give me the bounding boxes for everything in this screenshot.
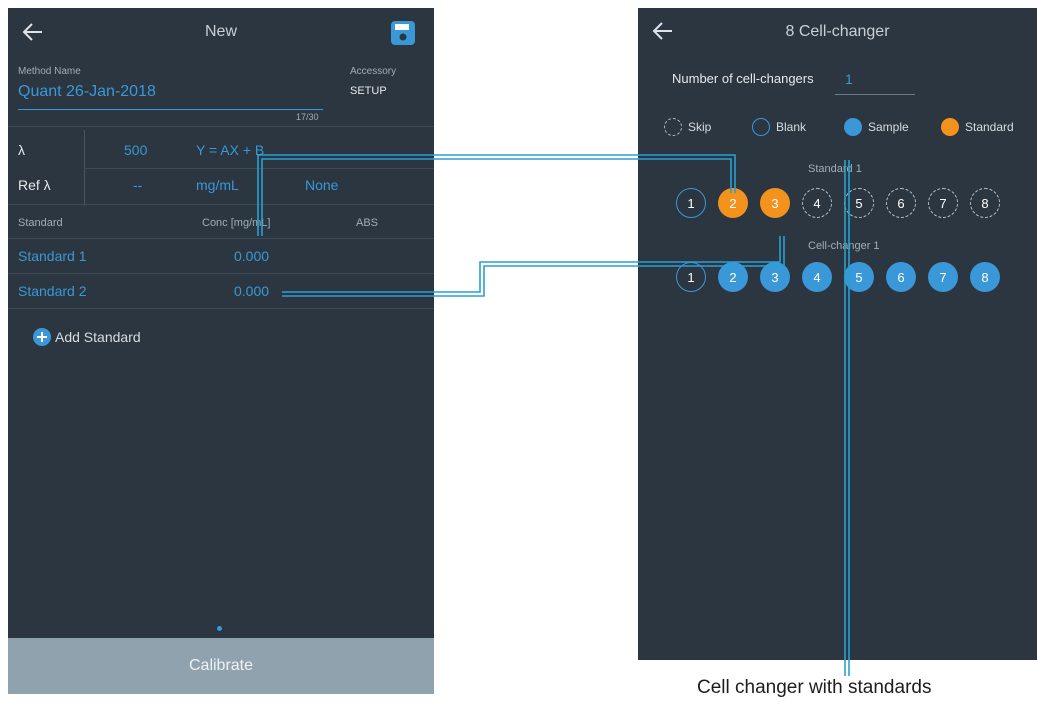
standard-cell-1[interactable]: 1 [676, 188, 706, 218]
none-value[interactable]: None [305, 177, 338, 193]
blank-icon [752, 118, 770, 136]
legend-skip: Skip [664, 118, 711, 136]
method-name-label: Method Name [18, 66, 81, 77]
figure-caption: Cell changer with standards [697, 677, 932, 698]
table-header-conc: Conc [mg/mL] [202, 217, 271, 229]
method-name-input[interactable]: Quant 26-Jan-2018 [18, 83, 156, 101]
equation-value[interactable]: Y = AX + B [196, 142, 264, 158]
cell-changer-cell-1[interactable]: 1 [676, 262, 706, 292]
calibrate-button[interactable]: Calibrate [8, 638, 434, 694]
cell-changer-cell-6[interactable]: 6 [886, 262, 916, 292]
unit-value[interactable]: mg/mL [196, 177, 239, 193]
cell-changer-cell-8[interactable]: 8 [970, 262, 1000, 292]
standard-1-conc[interactable]: 0.000 [234, 248, 269, 264]
divider [8, 204, 434, 205]
cell-changer-cell-7[interactable]: 7 [928, 262, 958, 292]
lambda-label: λ [18, 142, 25, 158]
lambda-value[interactable]: 500 [124, 142, 147, 158]
skip-icon [664, 118, 682, 136]
legend-standard: Standard [941, 118, 1014, 136]
standard-2-conc[interactable]: 0.000 [234, 283, 269, 299]
standard-cell-5[interactable]: 5 [844, 188, 874, 218]
num-cell-changers-label: Number of cell-changers [672, 71, 814, 86]
divider [8, 273, 434, 274]
cell-changer-group-label: Cell-changer 1 [808, 240, 880, 252]
cell-changer-cell-3[interactable]: 3 [760, 262, 790, 292]
num-cell-changers-input[interactable]: 1 [845, 71, 853, 87]
num-input-underline [835, 94, 915, 95]
method-top-bar: New [8, 8, 434, 58]
standard-1-name[interactable]: Standard 1 [18, 248, 87, 264]
standard-cell-6[interactable]: 6 [886, 188, 916, 218]
cell-changer-top-bar: 8 Cell-changer [638, 8, 1037, 58]
cell-changer-cell-2[interactable]: 2 [718, 262, 748, 292]
page-title: 8 Cell-changer [785, 23, 890, 40]
divider [84, 168, 434, 169]
add-icon [33, 328, 51, 346]
legend-blank-label: Blank [776, 120, 807, 134]
table-header-abs: ABS [356, 217, 379, 229]
page-indicator-dot [217, 626, 222, 631]
divider [8, 308, 434, 309]
standard-cell-4[interactable]: 4 [802, 188, 832, 218]
method-name-underline [18, 109, 323, 110]
cell-changer-screen: 8 Cell-changer Number of cell-changers 1… [638, 8, 1037, 660]
cell-changer-cell-4[interactable]: 4 [802, 262, 832, 292]
page-title: New [204, 23, 237, 40]
cell-changer-cell-5[interactable]: 5 [844, 262, 874, 292]
accessory-value[interactable]: SETUP [350, 85, 387, 97]
legend-blank: Blank [752, 118, 806, 136]
char-counter: 17/30 [296, 112, 319, 122]
standard-cell-3[interactable]: 3 [760, 188, 790, 218]
standard-2-name[interactable]: Standard 2 [18, 283, 87, 299]
ref-lambda-label: Ref λ [18, 177, 51, 193]
divider [8, 238, 434, 239]
standard-icon [941, 118, 959, 136]
standard-cell-7[interactable]: 7 [928, 188, 958, 218]
method-screen: New Method Name Quant 26-Jan-2018 17/30 … [8, 8, 434, 694]
sample-icon [844, 118, 862, 136]
save-icon[interactable] [390, 20, 416, 46]
add-standard-button[interactable]: Add Standard [33, 328, 141, 346]
ref-lambda-value[interactable]: -- [133, 177, 142, 193]
add-standard-label: Add Standard [55, 329, 141, 345]
standard-cell-2[interactable]: 2 [718, 188, 748, 218]
standard-group-label: Standard 1 [808, 163, 862, 175]
accessory-label: Accessory [350, 66, 397, 77]
legend-standard-label: Standard [965, 120, 1014, 134]
table-header-standard: Standard [18, 217, 63, 229]
legend-sample-label: Sample [868, 120, 909, 134]
legend-sample: Sample [844, 118, 909, 136]
standard-cell-8[interactable]: 8 [970, 188, 1000, 218]
legend-skip-label: Skip [688, 120, 712, 134]
divider [8, 126, 434, 127]
